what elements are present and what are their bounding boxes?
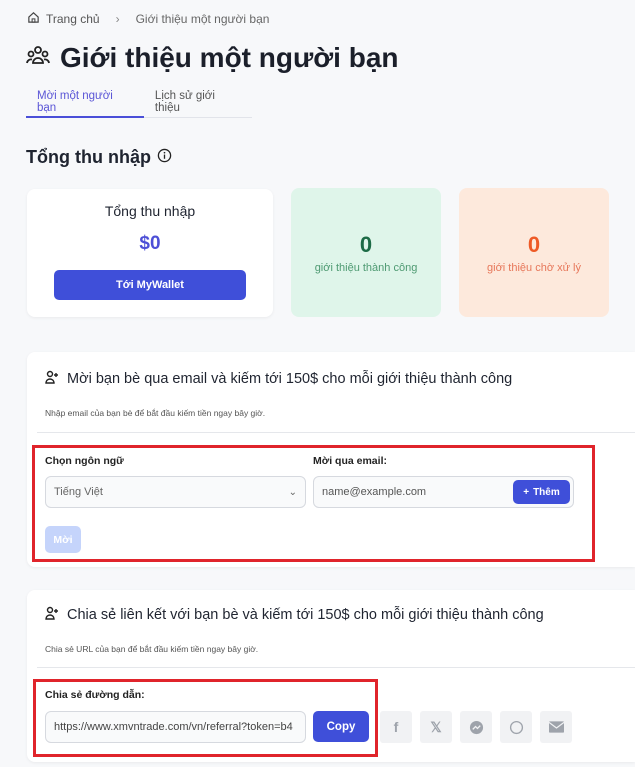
tab-referral-history[interactable]: Lịch sử giới thiệu — [144, 82, 252, 118]
email-icon[interactable] — [540, 711, 572, 743]
users-icon — [26, 42, 50, 74]
share-link-value: https://www.xmvntrade.com/vn/referral?to… — [54, 721, 293, 733]
pending-referrals-label: giới thiệu chờ xử lý — [487, 262, 581, 274]
earnings-heading-text: Tổng thu nhập — [26, 147, 151, 167]
add-email-button[interactable]: + Thêm — [513, 480, 570, 504]
share-link-input[interactable]: https://www.xmvntrade.com/vn/referral?to… — [45, 711, 306, 743]
copy-link-button[interactable]: Copy — [313, 711, 369, 742]
tab-bar: Mời một người bạn Lịch sử giới thiệu — [26, 82, 252, 118]
successful-referrals-card: 0 giới thiệu thành công — [291, 188, 441, 317]
add-user-icon — [45, 370, 59, 388]
plus-icon: + — [523, 486, 530, 498]
home-icon[interactable] — [27, 11, 40, 27]
x-icon[interactable]: 𝕏 — [420, 711, 452, 743]
info-icon[interactable] — [157, 147, 172, 168]
earnings-card-title: Tổng thu nhập — [104, 203, 196, 219]
share-subtitle: Chia sẻ URL của bạn để bắt đầu kiếm tiền… — [45, 644, 259, 654]
share-link-highlight: Chia sẻ đường dẫn: https://www.xmvntrade… — [33, 679, 378, 757]
chevron-down-icon: ⌄ — [288, 486, 297, 498]
successful-referrals-label: giới thiệu thành công — [314, 262, 418, 274]
earnings-amount: $0 — [139, 233, 161, 254]
whatsapp-icon[interactable] — [500, 711, 532, 743]
successful-referrals-count: 0 — [359, 232, 373, 257]
breadcrumb-current: Giới thiệu một người bạn — [135, 12, 270, 26]
go-to-mywallet-button[interactable]: Tới MyWallet — [54, 270, 246, 300]
language-label: Chọn ngôn ngữ — [45, 455, 124, 467]
messenger-icon[interactable] — [460, 711, 492, 743]
invite-subtitle: Nhập email của bạn bè để bắt đầu kiếm ti… — [45, 408, 266, 418]
share-section-title: Chia sẻ liên kết với bạn bè và kiếm tới … — [45, 606, 544, 624]
add-user-icon — [45, 606, 59, 624]
page-title: Giới thiệu một người bạn — [26, 42, 399, 74]
divider — [37, 667, 635, 668]
tab-invite-friend[interactable]: Mời một người bạn — [26, 82, 144, 118]
email-label: Mời qua email: — [313, 455, 387, 467]
add-email-label: Thêm — [533, 486, 560, 498]
share-buttons: f 𝕏 — [380, 711, 572, 743]
page-title-text: Giới thiệu một người bạn — [60, 42, 399, 73]
divider — [37, 432, 635, 433]
language-value: Tiếng Việt — [54, 486, 103, 498]
earnings-card: Tổng thu nhập $0 Tới MyWallet — [27, 189, 273, 317]
pending-referrals-card: 0 giới thiệu chờ xử lý — [459, 188, 609, 317]
invite-section-title: Mời bạn bè qua email và kiếm tới 150$ ch… — [45, 370, 512, 388]
breadcrumb: Trang chủ › Giới thiệu một người bạn — [27, 11, 269, 27]
email-input[interactable]: name@example.com — [322, 486, 426, 498]
breadcrumb-home[interactable]: Trang chủ — [46, 12, 100, 26]
language-select[interactable]: Tiếng Việt ⌄ — [45, 476, 306, 508]
invite-button[interactable]: Mời — [45, 526, 81, 553]
share-title-text: Chia sẻ liên kết với bạn bè và kiếm tới … — [67, 607, 544, 623]
chevron-right-icon: › — [115, 12, 120, 26]
earnings-heading: Tổng thu nhập — [26, 147, 172, 168]
share-link-label: Chia sẻ đường dẫn: — [45, 689, 145, 701]
pending-referrals-count: 0 — [527, 232, 541, 257]
email-input-group: name@example.com + Thêm — [313, 476, 574, 508]
invite-form-highlight: Chọn ngôn ngữ Tiếng Việt ⌄ Mời qua email… — [32, 445, 595, 562]
facebook-icon[interactable]: f — [380, 711, 412, 743]
invite-title-text: Mời bạn bè qua email và kiếm tới 150$ ch… — [67, 371, 513, 387]
